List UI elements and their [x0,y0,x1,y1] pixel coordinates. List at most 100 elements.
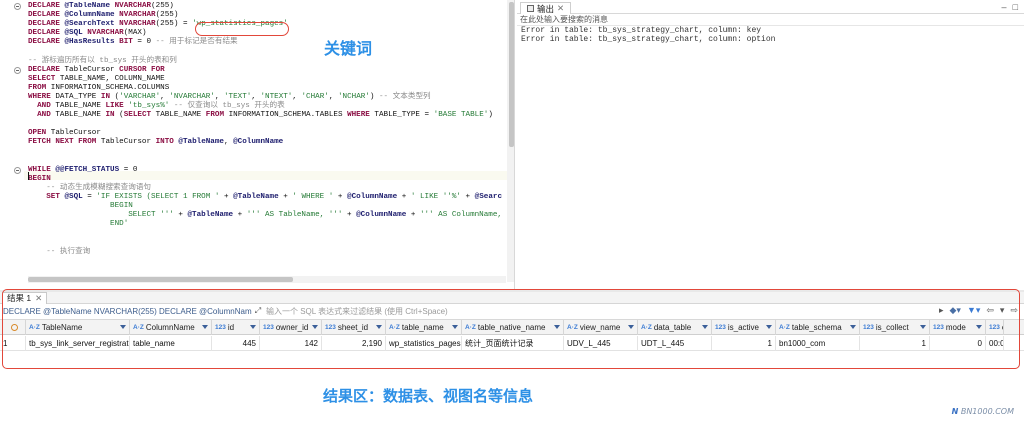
code-token: , [160,92,170,101]
code-token: WHILE [28,165,56,174]
output-window-controls: – □ [1002,2,1018,12]
editor-horizontal-scroll-thumb[interactable] [28,277,293,282]
code-token: WHERE [28,92,56,101]
code-token: 'NTEXT' [260,92,293,101]
watermark-logo: N BN1000.COM [951,407,1014,416]
code-token: (255) [151,2,174,10]
code-token: INFORMATION_SCHEMA.COLUMNS [50,83,170,92]
code-token: , [223,138,234,147]
output-panel: 输出 ✕ – □ 在此处输入要搜索的消息 Error in table: tb_… [517,0,1024,290]
code-line[interactable]: DECLARE TableCursor CURSOR FOR [28,66,508,75]
code-token: SELECT [123,111,156,120]
code-token: 'NVARCHAR' [169,92,215,101]
code-token: (255) = [155,20,193,29]
code-token: ' WHERE ' [292,192,334,201]
tab-output-label: 输出 [537,3,555,14]
code-token: TABLE_NAME [155,111,206,120]
code-token: @ColumnName [64,11,120,20]
fold-toggle-icon[interactable] [14,66,21,74]
code-token: + [219,192,234,201]
code-token: -- 动态生成模糊搜索查询语句 [28,183,152,192]
code-token: ) [488,111,493,120]
results-annotation: 结果区：数据表、视图名等信息 [323,387,534,405]
code-token: END' [28,220,129,229]
code-line[interactable]: SET @SQL = 'IF EXISTS (SELECT 1 FROM ' +… [28,193,508,202]
code-token: , [292,92,302,101]
code-token: (MAX) [123,29,147,38]
sql-editor[interactable]: DECLARE @TableName NVARCHAR(255) DECLARE … [0,0,515,290]
code-line[interactable]: AND TABLE_NAME IN (SELECT TABLE_NAME FRO… [28,111,508,120]
fold-toggle-icon[interactable] [14,3,21,10]
code-token: AND [37,102,56,111]
code-token: NVARCHAR [119,11,156,20]
output-message-1: Error in table: tb_sys_strategy_chart, c… [521,26,762,35]
editor-vertical-scroll-thumb[interactable] [509,2,514,147]
output-message-2: Error in table: tb_sys_strategy_chart, c… [521,35,776,44]
code-token: + [342,211,357,220]
code-line[interactable] [28,148,508,157]
code-token: 'NCHAR' [337,92,370,101]
code-line[interactable]: -- 动态生成模糊搜索查询语句 [28,184,508,193]
code-token: DATA_TYPE [55,92,101,101]
text-caret [28,172,29,180]
code-line[interactable]: OPEN TableCursor [28,129,508,138]
code-line[interactable] [28,157,508,166]
editor-gutter [0,0,24,284]
code-token: + [233,211,247,220]
code-line[interactable]: BEGIN [28,202,508,211]
code-line[interactable]: DECLARE @TableName NVARCHAR(255) [28,2,508,11]
output-search-field[interactable]: 在此处输入要搜索的消息 [517,14,1024,26]
code-token: FETCH NEXT FROM [28,138,101,147]
code-line[interactable] [28,238,508,247]
code-token: = 0 [132,38,156,47]
code-line[interactable]: WHERE DATA_TYPE IN ('VARCHAR', 'NVARCHAR… [28,93,508,102]
code-token: @SearchText [64,20,120,29]
code-token: IN [100,92,115,101]
code-token: LIKE [105,102,129,111]
code-line[interactable]: WHILE @@FETCH_STATUS = 0 [28,166,508,175]
code-token: @TableName [187,211,234,220]
code-token: @TableName [64,2,115,10]
code-token: TableCursor [50,129,101,138]
code-token: TABLE_NAME [55,111,106,120]
code-token: + [173,211,188,220]
minimize-icon[interactable]: – [1002,2,1007,12]
code-token: INTO [155,138,179,147]
code-line[interactable]: SELECT TABLE_NAME, COLUMN_NAME [28,75,508,84]
code-token: NVARCHAR [119,20,156,29]
code-line[interactable]: END' [28,220,508,229]
code-line[interactable]: BEGIN [28,175,508,184]
code-line[interactable]: SELECT ''' + @TableName + ''' AS TableNa… [28,211,508,220]
code-token: BEGIN [28,202,133,211]
close-icon[interactable]: ✕ [557,3,564,14]
fold-toggle-icon[interactable] [14,166,21,174]
code-line[interactable] [28,229,508,238]
code-token: SET [46,192,65,201]
code-token: + [460,192,475,201]
code-token: 'TEXT' [224,92,252,101]
code-line[interactable]: FETCH NEXT FROM TableCursor INTO @TableN… [28,138,508,147]
code-token: CURSOR FOR [119,65,165,74]
code-token: 'IF EXISTS (SELECT 1 FROM ' [96,192,220,201]
tab-output[interactable]: 输出 ✕ [520,2,572,14]
code-line[interactable]: -- 执行查询 [28,248,508,257]
code-line[interactable]: AND TABLE_NAME LIKE 'tb_sys%' -- 仅查询以 tb… [28,102,508,111]
code-line[interactable] [28,47,508,56]
code-area[interactable]: DECLARE @TableName NVARCHAR(255) DECLARE … [28,2,508,282]
code-token: @TableName [233,192,279,201]
code-token: -- 用于标记是否有结果 [155,38,238,47]
code-token: ''' AS ColumnName, ' [419,211,508,220]
code-token: ''' AS TableName, ''' [246,211,343,220]
maximize-icon[interactable]: □ [1013,2,1018,12]
code-line[interactable] [28,120,508,129]
code-token: OPEN [28,129,51,138]
code-token: = [82,192,97,201]
code-token: , [214,92,224,101]
code-line[interactable]: DECLARE @HasResults BIT = 0 -- 用于标记是否有结果 [28,38,508,47]
code-line[interactable]: FROM INFORMATION_SCHEMA.COLUMNS [28,84,508,93]
code-line[interactable]: DECLARE @ColumnName NVARCHAR(255) [28,11,508,20]
code-line[interactable]: -- 游标遍历所有以 tb_sys 开头的表和列 [28,57,508,66]
